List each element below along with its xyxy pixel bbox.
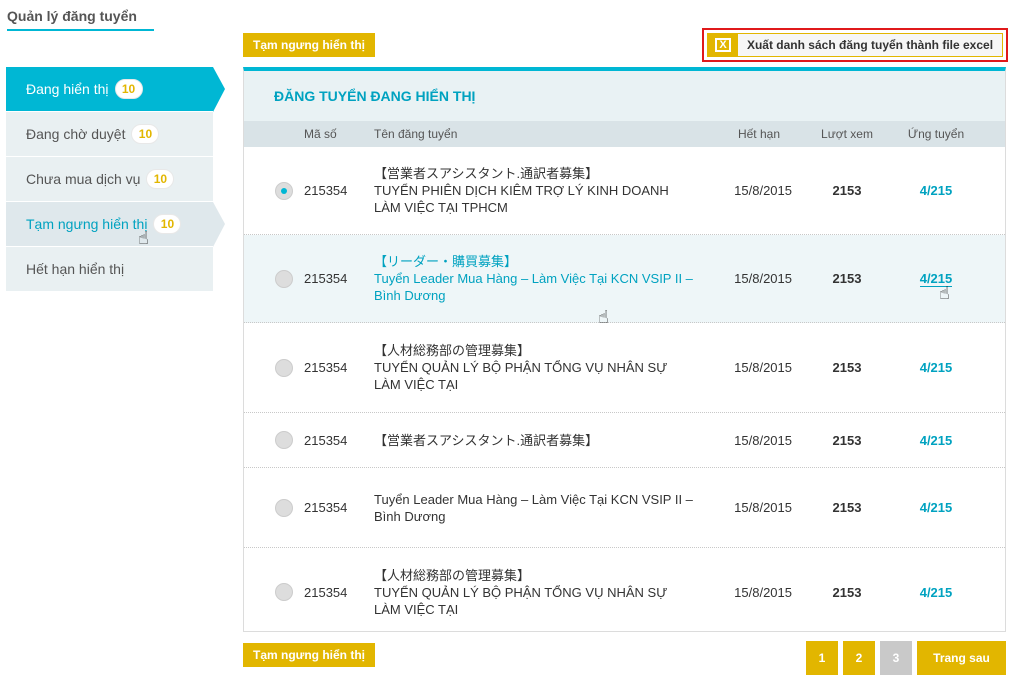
job-views: 2153: [832, 360, 862, 375]
page-button-1[interactable]: 1: [806, 641, 838, 675]
job-title-text: Tuyển Leader Mua Hàng – Làm Việc Tại KCN…: [374, 271, 693, 303]
job-title-text: Tuyển Leader Mua Hàng – Làm Việc Tại KCN…: [374, 491, 693, 524]
panel-heading: ĐĂNG TUYỂN ĐANG HIỂN THỊ: [244, 71, 1005, 121]
page-button-2[interactable]: 2: [843, 641, 875, 675]
export-excel-highlight: X Xuất danh sách đăng tuyển thành file e…: [702, 28, 1008, 62]
sidebar-item-showing[interactable]: Đang hiển thị 10: [6, 67, 225, 112]
job-applied-link[interactable]: 4/215: [920, 585, 953, 600]
column-header-id: Mã số: [304, 127, 337, 141]
job-id: 215354: [304, 271, 348, 286]
table-row[interactable]: 215354 【人材総務部の管理募集】 TUYỂN QUẢN LÝ BỘ PHẬ…: [244, 323, 1005, 413]
row-radio[interactable]: [275, 431, 293, 449]
excel-icon-box: X: [708, 34, 738, 56]
job-title-jp: 【営業者スアシスタント.通訳者募集】: [374, 166, 599, 181]
sidebar-item-expired[interactable]: Hết hạn hiển thị: [6, 247, 213, 292]
count-badge: 10: [146, 169, 175, 189]
count-badge: 10: [114, 79, 143, 99]
table-row[interactable]: 215354 Tuyển Leader Mua Hàng – Làm Việc …: [244, 468, 1005, 548]
sidebar-item-label: Hết hạn hiển thị: [26, 261, 125, 277]
suspend-display-button-top[interactable]: Tạm ngưng hiển thị: [243, 33, 375, 57]
sidebar-item-label: Đang hiển thị: [26, 81, 109, 97]
job-title[interactable]: 【人材総務部の管理募集】 TUYỂN QUẢN LÝ BỘ PHẬN TỔNG …: [374, 342, 694, 393]
column-header-views: Lượt xem: [821, 127, 873, 141]
job-title-jp: 【人材総務部の管理募集】: [374, 567, 531, 583]
job-views: 2153: [832, 183, 862, 198]
job-views: 2153: [832, 271, 862, 286]
job-expiry: 15/8/2015: [734, 500, 792, 515]
job-expiry: 15/8/2015: [734, 584, 792, 600]
sidebar-item-pending[interactable]: Đang chờ duyệt 10: [6, 112, 213, 157]
table-row[interactable]: 215354 【営業者スアシスタント.通訳者募集】 15/8/2015 2153…: [244, 413, 1005, 468]
job-applied-link[interactable]: 4/215: [920, 500, 953, 515]
page-title-underline: [7, 29, 154, 31]
table-row[interactable]: 215354 【営業者スアシスタント.通訳者募集】 TUYỂN PHIÊN DỊ…: [244, 147, 1005, 235]
job-applied-link[interactable]: 4/215: [920, 183, 953, 198]
job-expiry: 15/8/2015: [734, 183, 792, 198]
job-title[interactable]: 【営業者スアシスタント.通訳者募集】: [374, 432, 694, 449]
job-id: 215354: [304, 183, 348, 198]
export-excel-label: Xuất danh sách đăng tuyển thành file exc…: [746, 38, 994, 52]
job-posting-panel: ĐĂNG TUYỂN ĐANG HIỂN THỊ Mã số Tên đăng …: [243, 67, 1006, 632]
job-title-text: TUYỂN QUẢN LÝ BỘ PHẬN TỔNG VỤ NHÂN SỰ LÀ…: [374, 360, 668, 392]
job-id: 215354: [304, 360, 348, 375]
column-header-applied: Ứng tuyển: [907, 127, 965, 141]
hand-cursor-icon: ☝: [939, 283, 950, 303]
job-title[interactable]: 【営業者スアシスタント.通訳者募集】 TUYỂN PHIÊN DỊCH KIÊM…: [374, 165, 694, 216]
hand-cursor-icon: ☝: [598, 307, 609, 327]
row-radio[interactable]: [275, 583, 293, 601]
sidebar-item-suspended[interactable]: Tạm ngưng hiển thị 10 ☝: [6, 202, 225, 248]
excel-icon: X: [715, 38, 731, 52]
table-row[interactable]: 215354 【リーダー・購買募集】 Tuyển Leader Mua Hàng…: [244, 235, 1005, 327]
row-radio[interactable]: [275, 181, 293, 200]
job-id: 215354: [304, 432, 348, 448]
export-excel-button[interactable]: X Xuất danh sách đăng tuyển thành file e…: [707, 33, 1003, 57]
job-views: 2153: [832, 432, 862, 448]
count-badge: 10: [131, 124, 160, 144]
job-applied-link[interactable]: 4/215: [920, 433, 953, 448]
column-header-title: Tên đăng tuyển: [374, 126, 458, 141]
sidebar-item-unpaid[interactable]: Chưa mua dịch vụ 10: [6, 157, 213, 202]
job-id: 215354: [304, 500, 348, 515]
suspend-display-button-bottom[interactable]: Tạm ngưng hiển thị: [243, 643, 375, 667]
hand-cursor-icon: ☝: [138, 228, 149, 248]
job-views: 2153: [832, 584, 862, 600]
sidebar: Đang hiển thị 10 Đang chờ duyệt 10 Chưa …: [6, 67, 234, 292]
row-radio[interactable]: [275, 358, 293, 377]
job-expiry: 15/8/2015: [734, 271, 792, 286]
job-title-jp: 【人材総務部の管理募集】: [374, 343, 531, 358]
job-title-text: TUYỂN PHIÊN DỊCH KIÊM TRỢ LÝ KINH DOANH …: [374, 183, 669, 215]
job-expiry: 15/8/2015: [734, 432, 792, 448]
job-views: 2153: [832, 500, 862, 515]
sidebar-item-label: Tạm ngưng hiển thị: [26, 216, 148, 232]
job-title-text: TUYỂN QUẢN LÝ BỘ PHẬN TỔNG VỤ NHÂN SỰ LÀ…: [374, 584, 668, 617]
table-header: Mã số Tên đăng tuyển Hết hạn Lượt xem Ứn…: [244, 121, 1005, 147]
job-title-jp: 【リーダー・購買募集】: [374, 254, 518, 269]
sidebar-item-label: Đang chờ duyệt: [26, 126, 126, 142]
count-badge: 10: [153, 214, 182, 234]
job-expiry: 15/8/2015: [734, 360, 792, 375]
column-header-expiry: Hết hạn: [737, 127, 780, 141]
job-title[interactable]: 【リーダー・購買募集】 Tuyển Leader Mua Hàng – Làm …: [374, 253, 694, 304]
job-applied-link[interactable]: 4/215: [920, 360, 953, 375]
next-page-button[interactable]: Trang sau: [917, 641, 1006, 675]
job-title-jp: 【営業者スアシスタント.通訳者募集】: [374, 432, 599, 448]
job-id: 215354: [304, 584, 348, 600]
pagination: 1 2 3 Trang sau: [806, 641, 1006, 675]
row-radio[interactable]: [275, 498, 293, 517]
sidebar-item-label: Chưa mua dịch vụ: [26, 171, 141, 187]
page-title: Quản lý đăng tuyển: [7, 8, 137, 24]
job-title[interactable]: 【人材総務部の管理募集】 TUYỂN QUẢN LÝ BỘ PHẬN TỔNG …: [374, 567, 694, 618]
table-row[interactable]: 215354 【人材総務部の管理募集】 TUYỂN QUẢN LÝ BỘ PHẬ…: [244, 548, 1005, 636]
row-radio[interactable]: [275, 269, 293, 288]
job-title[interactable]: Tuyển Leader Mua Hàng – Làm Việc Tại KCN…: [374, 491, 694, 525]
page-button-3[interactable]: 3: [880, 641, 912, 675]
